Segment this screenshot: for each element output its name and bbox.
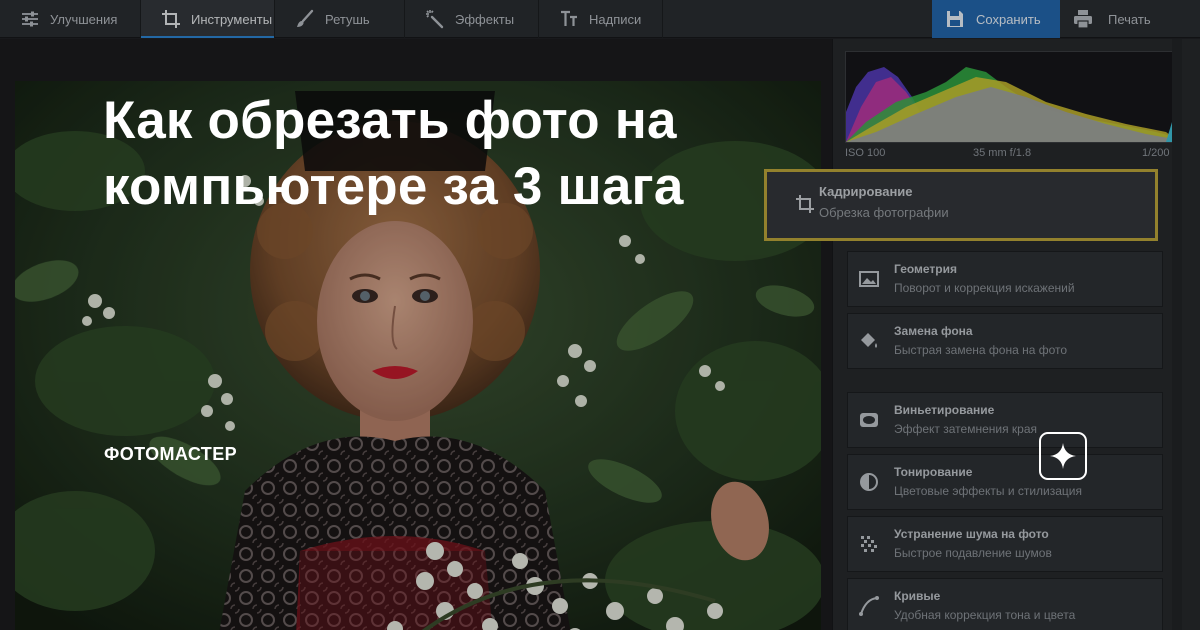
- tool-background-replace-text: Замена фона Быстрая замена фона на фото: [894, 324, 1067, 357]
- magic-wand-icon: [426, 10, 444, 29]
- vignette-icon: [860, 413, 878, 427]
- tool-toning-subtitle: Цветовые эффекты и стилизация: [894, 484, 1083, 498]
- tool-background-replace-title: Замена фона: [894, 324, 973, 338]
- tool-noise-reduction-subtitle: Быстрое подавление шумов: [894, 546, 1052, 560]
- tool-curves-text: Кривые Удобная коррекция тона и цвета: [894, 589, 1075, 622]
- image-frame-icon: [859, 271, 879, 287]
- noise-icon: [861, 536, 877, 552]
- paint-bucket-icon: [861, 333, 877, 348]
- brand-name: ФОТОМАСТЕР: [104, 444, 238, 464]
- article-headline: Как обрезать фото на компьютере за 3 шаг…: [103, 88, 823, 220]
- tool-geometry-subtitle: Поворот и коррекция искажений: [894, 281, 1075, 295]
- exif-shutter: 1/200: [1142, 147, 1170, 159]
- tab-tools-label: Инструменты: [191, 11, 273, 27]
- save-button[interactable]: Сохранить: [932, 0, 1060, 38]
- save-button-label: Сохранить: [976, 11, 1041, 27]
- exif-iso: ISO 100: [845, 147, 886, 159]
- tool-vignette-subtitle: Эффект затемнения края: [894, 422, 1038, 436]
- print-button[interactable]: Печать: [1060, 0, 1200, 38]
- tool-curves[interactable]: Кривые Удобная коррекция тона и цвета: [847, 578, 1163, 630]
- tool-geometry-title: Геометрия: [894, 262, 958, 276]
- print-button-label: Печать: [1108, 11, 1151, 27]
- tab-captions[interactable]: Надписи: [539, 0, 663, 38]
- text-icon: [561, 10, 577, 26]
- tab-effects-label: Эффекты: [455, 11, 515, 27]
- headline-line-2: компьютере за 3 шага: [103, 157, 684, 216]
- tool-background-replace[interactable]: Замена фона Быстрая замена фона на фото: [847, 313, 1163, 369]
- panel-scrollbar[interactable]: [1172, 39, 1182, 630]
- tool-toning[interactable]: Тонирование Цветовые эффекты и стилизаци…: [847, 454, 1163, 510]
- tab-retouch-label: Ретушь: [325, 11, 370, 27]
- tool-vignette-text: Виньетирование Эффект затемнения края: [894, 403, 1037, 436]
- tool-noise-reduction-text: Устранение шума на фото Быстрое подавлен…: [894, 527, 1052, 560]
- histogram: [845, 51, 1180, 143]
- tool-curves-title: Кривые: [894, 589, 941, 603]
- tool-vignette[interactable]: Виньетирование Эффект затемнения края: [847, 392, 1163, 448]
- top-toolbar: Улучшения Инструменты Ретушь Эффекты Над…: [0, 0, 1200, 38]
- tab-effects[interactable]: Эффекты: [405, 0, 539, 38]
- half-circle-icon: [860, 473, 878, 491]
- sparkle-badge[interactable]: [1039, 432, 1087, 480]
- headline-line-1: Как обрезать фото на: [103, 91, 677, 150]
- histogram-graph: [846, 67, 1179, 142]
- tool-noise-reduction[interactable]: Устранение шума на фото Быстрое подавлен…: [847, 516, 1163, 572]
- tab-enhancements-label: Улучшения: [50, 11, 118, 27]
- tab-enhancements[interactable]: Улучшения: [0, 0, 141, 38]
- sparkle-icon: [1050, 443, 1076, 469]
- tool-geometry[interactable]: Геометрия Поворот и коррекция искажений: [847, 251, 1163, 307]
- tab-captions-label: Надписи: [589, 11, 642, 27]
- tool-crop-highlighted[interactable]: Кадрирование Обрезка фотографии: [764, 169, 1158, 241]
- tool-noise-reduction-title: Устранение шума на фото: [894, 527, 1049, 541]
- tab-tools[interactable]: Инструменты: [141, 0, 275, 38]
- right-tools-panel: ISO 100 35 mm f/1.8 1/200 Геометрия Пово…: [832, 39, 1200, 630]
- exif-lens: 35 mm f/1.8: [973, 147, 1032, 159]
- tool-background-replace-subtitle: Быстрая замена фона на фото: [894, 343, 1068, 357]
- curve-icon: [859, 596, 879, 616]
- sliders-icon: [22, 11, 38, 27]
- crop-icon: [162, 10, 180, 28]
- tool-curves-subtitle: Удобная коррекция тона и цвета: [894, 608, 1076, 622]
- tool-crop-title: Кадрирование: [819, 184, 913, 199]
- printer-icon: [1074, 10, 1092, 29]
- tool-geometry-text: Геометрия Поворот и коррекция искажений: [894, 262, 1075, 295]
- tab-retouch[interactable]: Ретушь: [275, 0, 405, 38]
- brush-icon: [297, 9, 314, 27]
- floppy-disk-icon: [947, 11, 963, 27]
- tool-vignette-title: Виньетирование: [894, 403, 995, 417]
- tool-crop-subtitle: Обрезка фотографии: [819, 205, 949, 220]
